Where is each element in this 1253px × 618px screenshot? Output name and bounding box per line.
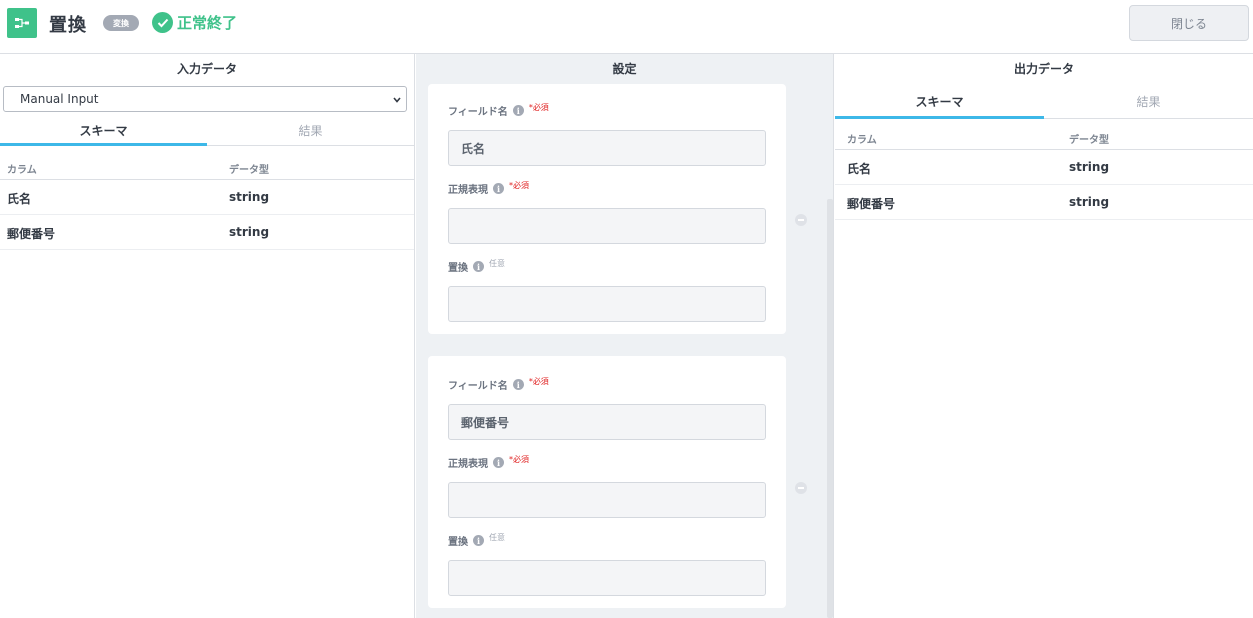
table-header: カラム データ型 (835, 120, 1253, 150)
output-tabs: スキーマ 結果 (835, 84, 1253, 119)
cell-type: string (229, 190, 270, 204)
required-marker: *必須 (509, 181, 529, 190)
info-icon[interactable]: i (493, 183, 504, 194)
output-panel-heading: 出力データ (1013, 62, 1074, 76)
label-text: フィールド名 (448, 381, 508, 392)
field-name-label: フィールド名 i *必須 (448, 377, 549, 392)
replace-rule-card: フィールド名 i *必須 郵便番号 正規表現 i *必須 置換 i 任意 (428, 356, 786, 608)
replace-rule-card: フィールド名 i *必須 氏名 正規表現 i *必須 置換 i 任意 (428, 84, 786, 334)
tab-result[interactable]: 結果 (1044, 84, 1253, 119)
cell-type: string (229, 225, 270, 239)
tab-schema[interactable]: スキーマ (0, 114, 207, 146)
cell-column: 氏名 (847, 162, 872, 176)
label-text: フィールド名 (448, 107, 508, 118)
required-marker: *必須 (509, 455, 529, 464)
settings-panel-heading: 設定 (612, 62, 637, 76)
top-header: 置換 変換 正常終了 閉じる (0, 0, 1253, 54)
info-icon[interactable]: i (512, 379, 524, 390)
column-header-type: データ型 (1069, 135, 1109, 146)
tab-schema[interactable]: スキーマ (835, 84, 1044, 119)
settings-scrollbar[interactable] (827, 199, 833, 618)
info-icon[interactable]: i (473, 261, 484, 272)
input-panel-heading: 入力データ (176, 62, 237, 76)
replace-label: 置換 i 任意 (448, 259, 505, 274)
output-schema-table: カラム データ型 氏名 string 郵便番号 string (835, 120, 1253, 220)
settings-panel: 設定 フィールド名 i *必須 氏名 正規表現 i *必須 置換 i 任意 フィ… (416, 54, 834, 618)
regex-label: 正規表現 i *必須 (448, 181, 529, 196)
status-indicator: 正常終了 (152, 12, 237, 33)
required-marker: *必須 (528, 377, 549, 386)
info-icon[interactable]: i (473, 535, 484, 546)
info-icon[interactable]: i (512, 105, 524, 116)
input-source-select[interactable]: Manual Input (3, 86, 407, 112)
optional-marker: 任意 (489, 259, 505, 268)
cell-type: string (1069, 160, 1110, 174)
replace-input[interactable] (448, 560, 766, 596)
field-name-input[interactable]: 氏名 (448, 130, 766, 166)
required-marker: *必須 (528, 103, 549, 112)
table-row: 郵便番号 string (835, 185, 1253, 220)
status-text: 正常終了 (177, 14, 238, 32)
active-tab-indicator (835, 116, 1044, 119)
replace-label: 置換 i 任意 (448, 533, 505, 548)
label-text: 置換 (448, 537, 468, 548)
table-row: 郵便番号 string (0, 215, 414, 250)
table-row: 氏名 string (835, 150, 1253, 185)
regex-input[interactable] (448, 208, 766, 244)
flow-node-icon (7, 8, 37, 38)
column-header-type: データ型 (229, 165, 269, 176)
regex-label: 正規表現 i *必須 (448, 455, 529, 470)
chevron-down-icon (392, 94, 402, 109)
cell-column: 郵便番号 (847, 197, 896, 211)
label-text: 正規表現 (448, 185, 488, 196)
table-row: 氏名 string (0, 180, 414, 215)
type-badge: 変換 (103, 15, 139, 31)
field-name-input[interactable]: 郵便番号 (448, 404, 766, 440)
active-tab-indicator (0, 143, 207, 146)
remove-rule-icon[interactable] (795, 482, 807, 494)
cell-column: 氏名 (7, 192, 32, 206)
label-text: 正規表現 (448, 459, 488, 470)
input-schema-table: カラム データ型 氏名 string 郵便番号 string (0, 150, 414, 250)
input-tabs: スキーマ 結果 (0, 114, 414, 146)
tab-result[interactable]: 結果 (207, 114, 414, 146)
column-header-column: カラム (847, 135, 877, 146)
remove-rule-icon[interactable] (795, 214, 807, 226)
select-value: Manual Input (20, 92, 99, 106)
cell-type: string (1069, 195, 1110, 209)
field-name-label: フィールド名 i *必須 (448, 103, 549, 118)
cell-column: 郵便番号 (7, 227, 56, 241)
optional-marker: 任意 (489, 533, 505, 542)
table-header: カラム データ型 (0, 150, 414, 180)
output-data-panel: 出力データ スキーマ 結果 カラム データ型 氏名 string 郵便番号 st… (835, 54, 1253, 618)
close-button[interactable]: 閉じる (1129, 5, 1249, 41)
regex-input[interactable] (448, 482, 766, 518)
input-data-panel: 入力データ Manual Input スキーマ 結果 カラム データ型 氏名 s… (0, 54, 415, 618)
replace-input[interactable] (448, 286, 766, 322)
page-title: 置換 (49, 15, 87, 36)
info-icon[interactable]: i (493, 457, 504, 468)
column-header-column: カラム (7, 165, 37, 176)
check-circle-icon (152, 12, 173, 33)
label-text: 置換 (448, 263, 468, 274)
